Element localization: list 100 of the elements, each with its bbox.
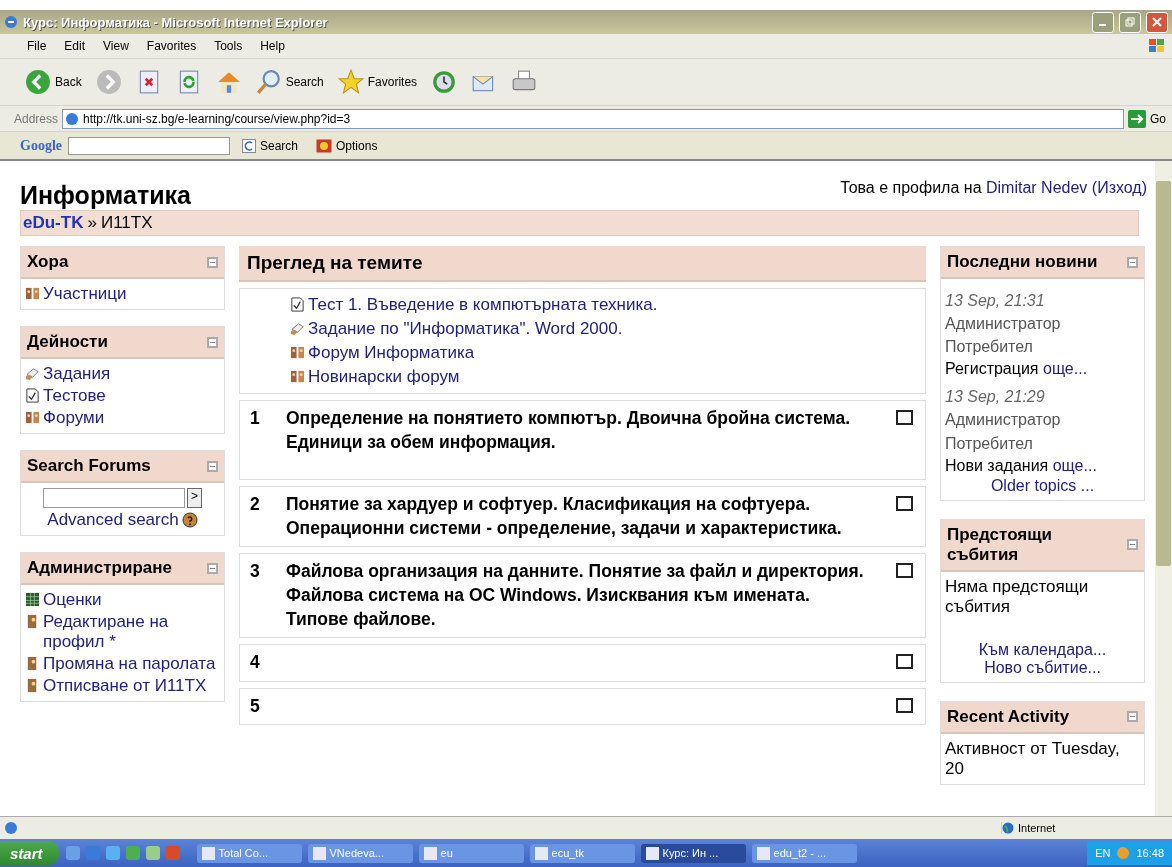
show-topic-icon[interactable] [896,654,913,670]
logout-link[interactable]: (Изход) [1091,179,1147,196]
help-icon[interactable] [181,512,198,528]
toolbar-button[interactable]: Favorites [334,67,421,97]
block-link[interactable]: Промяна на паролата [43,654,216,674]
google-logo[interactable]: Google [20,137,62,154]
window-icon [201,846,215,860]
google-search-button[interactable]: Search [236,137,305,154]
collapse-icon[interactable] [207,336,218,348]
taskbar-button[interactable]: Курс: Ин ... [640,843,746,863]
restore-icon [1125,17,1135,27]
breadcrumb-current: И11ТХ [100,213,153,233]
search-button[interactable]: > [187,488,202,508]
quick-launch-icon[interactable] [144,845,161,861]
post-subject: Регистрация още... [945,360,1089,379]
window-icon [312,846,326,860]
menu-item[interactable]: Edit [57,38,93,54]
minimize-button[interactable] [1092,11,1114,33]
post-date: 13 Sep, 21:29 [945,388,1046,407]
address-field[interactable]: http://tk.uni-sz.bg/e-learning/course/view.php?id=3 [62,108,1124,129]
block-title: Search Forums [27,456,151,476]
toolbar-button[interactable]: Back [22,67,85,97]
show-topic-icon[interactable] [896,496,913,511]
checklist-icon [25,388,40,403]
collapse-icon[interactable] [1127,256,1138,268]
menu-item[interactable]: Favorites [139,38,204,54]
quick-launch-icon[interactable] [104,845,121,861]
topic-number: 4 [250,651,261,675]
block-title: Последни новини [947,252,1098,272]
topic-summary: Понятие за хардуер и софтуер. Класификация на софтуера. Операционни системи - определение, задачи и характеристика. [286,494,842,538]
close-icon [1152,17,1162,27]
people-icon [290,345,305,360]
topic-number: 5 [250,694,261,718]
no-events-text: Няма предстоящи събития [945,576,1090,617]
menu-item[interactable]: View [96,38,136,54]
activity-link[interactable]: Задание по "Информатика". Word 2000. [308,319,623,339]
people-icon [25,286,40,301]
collapse-icon[interactable] [1127,539,1138,551]
clock: 16:48 [1136,847,1164,859]
collapse-icon[interactable] [1127,711,1138,723]
block-link[interactable]: Към календара... [978,640,1107,659]
history-icon [431,69,458,95]
window-icon [534,846,548,860]
address-label: Address [14,111,59,126]
breadcrumb-link[interactable]: eDu-TK [23,213,84,233]
more-link[interactable]: още... [1043,360,1088,378]
search-field[interactable] [43,488,185,508]
collapse-icon[interactable] [207,562,218,574]
show-topic-icon[interactable] [896,410,913,425]
block-link[interactable]: Тестове [43,386,106,406]
topics-header: Преглед на темите [239,246,926,282]
menu-item[interactable]: File [20,38,54,54]
activity-link[interactable]: Тест 1. Въведение в компютърната техника. [308,295,658,315]
advanced-search-link[interactable]: Advanced search [47,510,179,530]
block-title: Дейности [27,332,108,352]
show-topic-icon[interactable] [896,697,913,713]
go-button[interactable]: Go [1128,109,1172,128]
people-icon [290,369,305,384]
checklist-icon [290,297,305,312]
block-link[interactable]: Задания [43,364,111,384]
g-icon [242,138,256,153]
activity-link[interactable]: Новинарски форум [308,367,460,387]
quick-launch-icon[interactable] [64,845,81,861]
restore-button[interactable] [1119,11,1141,33]
block-link[interactable]: Отписване от И11ТХ [43,676,207,696]
menu-item[interactable]: Help [253,38,292,54]
window-icon [645,846,659,860]
collapse-icon[interactable] [207,460,218,472]
more-link[interactable]: още... [1052,456,1097,474]
scrollbar[interactable] [1155,161,1172,816]
breadcrumb-separator: » [87,213,97,233]
hand-paper-icon [290,321,305,336]
block-link[interactable]: Ново събитие... [984,658,1101,677]
block-link[interactable]: Older topics ... [990,476,1095,495]
options-icon [316,138,333,153]
quick-launch-icon[interactable] [124,845,141,861]
block-title: Предстоящи събития [947,524,1054,565]
show-topic-icon[interactable] [896,563,913,579]
security-zone: Internet [1018,822,1056,834]
toolbar-button[interactable]: Search [252,67,327,97]
block-title: Администриране [27,558,172,578]
block-link[interactable]: Оценки [43,590,102,610]
course-title: Информатика [20,181,191,210]
user-link[interactable]: Dimitar Nedev [986,179,1088,196]
windows-flag-icon [1148,38,1166,54]
grid-icon [25,592,40,607]
hand-paper-icon [25,366,40,381]
topic-summary: Определение на понятието компютър. Двоична бройна система. Единици за обем информация. [286,408,851,452]
block-link[interactable]: Форуми [43,408,105,428]
topic-number: 2 [250,493,261,516]
close-button[interactable] [1146,11,1168,33]
options-button[interactable]: Options [310,137,384,154]
menu-item[interactable]: Tools [207,38,250,54]
activity-link[interactable]: Форум Информатика [308,343,475,363]
google-search-field[interactable] [68,136,230,155]
block-link[interactable]: Редактиране на профил * [43,612,220,652]
collapse-icon[interactable] [207,256,218,268]
page-icon [4,821,18,835]
block-link[interactable]: Участници [43,284,127,304]
start-button[interactable]: start [0,841,59,865]
